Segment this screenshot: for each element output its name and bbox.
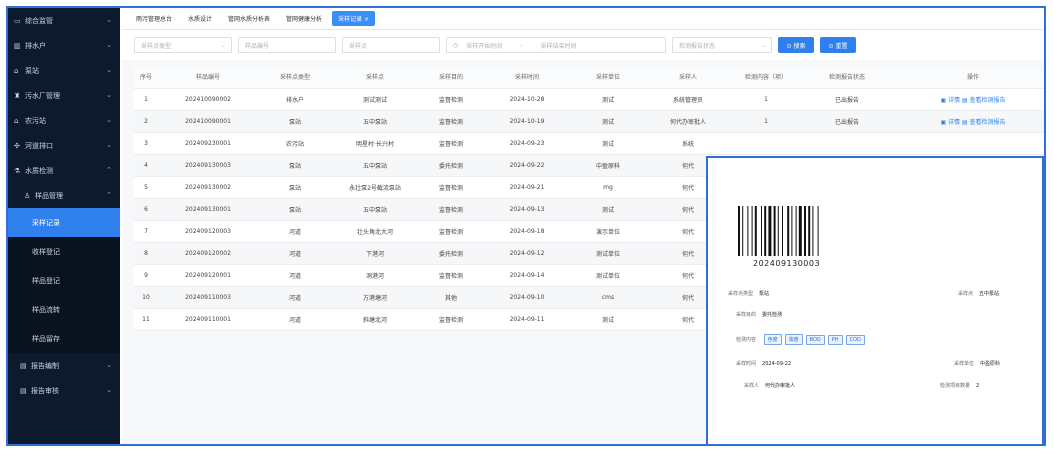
report-icon: ▤ <box>20 361 27 370</box>
popup-type-row: 采样点类型 泵站 <box>728 291 770 297</box>
tab-sample-record[interactable]: 采样记录 × <box>332 11 375 26</box>
sidebar-item-report-edit[interactable]: ▤ 报告编制 ⌄ <box>8 353 120 378</box>
home-icon: ⌂ <box>14 66 19 75</box>
sample-label-popup: 202409130003 采样点类型 泵站 采样点 五中泵站 采样目的 委托检测 检测… <box>706 156 1044 446</box>
chevron-down-icon: ⌄ <box>106 141 112 149</box>
test-tag: PH <box>827 335 843 345</box>
chevron-down-icon: ⌄ <box>106 116 112 124</box>
col-actions: 操作 <box>892 66 1044 89</box>
popup-unit-row: 采样单位 中盈原科 <box>954 361 1001 367</box>
monitor-icon: ▭ <box>14 16 21 25</box>
tab-quality-table[interactable]: 管网水质分析表 <box>222 11 276 26</box>
barcode-number: 202409130003 <box>753 259 821 268</box>
test-tag: BOD <box>805 335 825 345</box>
chevron-down-icon: ⌄ <box>106 66 112 74</box>
flask-icon: ⚗ <box>14 166 21 175</box>
popup-count-row: 检测项目数量 2 <box>940 383 980 389</box>
sidebar-item-plant[interactable]: ♜ 污水厂管理 ⌄ <box>8 83 120 108</box>
sidebar-item-outlet[interactable]: ✣ 河道排口 ⌄ <box>8 133 120 158</box>
sidebar: ▭ 综合监管 ⌄ ▥ 排水户 ⌄ ⌂ 泵站 ⌄ ♜ 污水厂管理 ⌄ ⌂ 农污站 ⌄ ✣ 河道排口 ⌄ ⚗… <box>8 8 120 444</box>
tab-health[interactable]: 管网健康分析 <box>280 11 328 26</box>
tab-bar: 雨污管理总台 水质设计 管网水质分析表 管网健康分析 采样记录 × <box>122 8 1044 30</box>
popup-point-row: 采样点 五中泵站 <box>958 291 1000 297</box>
sidebar-item-water-test[interactable]: ⚗ 水质检测 ⌃ <box>8 158 120 183</box>
reset-button[interactable]: ⊙ 重置 <box>820 37 856 53</box>
row-actions[interactable]: ▣ 详情 ▤ 查看检测报告 <box>892 88 1044 111</box>
chevron-down-icon: ⌄ <box>106 16 112 24</box>
tab-overview[interactable]: 雨污管理总台 <box>130 11 178 26</box>
popup-time-row: 采样时间 2024-09-22 <box>736 361 792 367</box>
table-row: 2 202410090001 泵站 五中泵站 监督检测 2024-10-19 测试 何代办审批… <box>134 110 1044 133</box>
filter-bar: 采样点类型 ⌄ 样品编号 采样点 ◷ 采样开始时间 - 采样结束时间 检测报告状态 ⌄ ⊙… <box>122 30 1044 60</box>
sidebar-item-rural[interactable]: ⌂ 农污站 ⌄ <box>8 108 120 133</box>
chevron-up-icon: ⌃ <box>106 191 112 199</box>
col-count: 检测内容（项） <box>730 66 802 89</box>
row-actions[interactable]: ▣ 详情 ▤ 查看检测报告 <box>892 110 1044 133</box>
sidebar-item-pump[interactable]: ⌂ 泵站 ⌄ <box>8 58 120 83</box>
sample-no-input[interactable]: 样品编号 <box>238 37 336 53</box>
popup-purpose-row: 采样目的 委托检测 <box>736 312 783 318</box>
popup-person-row: 采样人 何代办审批人 <box>744 383 796 389</box>
sidebar-sub-receive[interactable]: 收样登记 <box>8 237 120 266</box>
col-point-type: 采样点类型 <box>258 66 332 89</box>
table-row: 3 202409230001 农污站 明星村·长兴村 监督检测 2024-09-23 测试系… <box>134 132 1044 155</box>
chevron-down-icon: ⌄ <box>106 41 112 49</box>
col-time: 采样时间 <box>484 66 570 89</box>
chevron-down-icon: ⌄ <box>220 41 226 49</box>
chevron-down-icon: ⌄ <box>106 361 112 369</box>
col-unit: 采样单位 <box>570 66 646 89</box>
barcode-icon <box>738 206 819 256</box>
col-purpose: 采样目的 <box>418 66 484 89</box>
col-sample-no: 样品编号 <box>158 66 258 89</box>
sidebar-sub-retain[interactable]: 样品留存 <box>8 324 120 353</box>
chevron-down-icon: ⌄ <box>106 386 112 394</box>
chevron-up-icon: ⌃ <box>106 166 112 174</box>
sample-point-input[interactable]: 采样点 <box>342 37 440 53</box>
home-icon: ⌂ <box>14 116 19 125</box>
test-tag: 浊度 <box>784 334 803 345</box>
user-icon: ♙ <box>24 191 31 200</box>
sample-type-select[interactable]: 采样点类型 ⌄ <box>134 37 232 53</box>
sidebar-item-report-review[interactable]: ▤ 报告审核 ⌄ <box>8 378 120 403</box>
date-range-picker[interactable]: ◷ 采样开始时间 - 采样结束时间 <box>446 37 666 53</box>
col-point: 采样点 <box>332 66 418 89</box>
outlet-icon: ✣ <box>14 141 20 150</box>
sidebar-sub-transfer[interactable]: 样品流转 <box>8 295 120 324</box>
report-status-select[interactable]: 检测报告状态 ⌄ <box>672 37 772 53</box>
chevron-down-icon: ⌄ <box>760 41 766 49</box>
test-tag: COD <box>845 335 865 345</box>
sidebar-item-overview[interactable]: ▭ 综合监管 ⌄ <box>8 8 120 33</box>
col-person: 采样人 <box>646 66 730 89</box>
sidebar-item-drainage[interactable]: ▥ 排水户 ⌄ <box>8 33 120 58</box>
search-button[interactable]: ⊙ 搜索 <box>778 37 814 53</box>
sidebar-sub-sample-record[interactable]: 采样记录 <box>8 208 120 237</box>
col-status: 检测报告状态 <box>802 66 892 89</box>
clock-icon: ◷ <box>453 41 459 49</box>
sidebar-sub-register[interactable]: 样品登记 <box>8 266 120 295</box>
popup-content-row: 检测内容 色度 浊度 BOD PH COD <box>736 334 868 345</box>
factory-icon: ♜ <box>14 91 21 100</box>
table-header-row: 序号 样品编号 采样点类型 采样点 采样目的 采样时间 采样单位 采样人 检测内… <box>134 66 1044 89</box>
building-icon: ▥ <box>14 41 21 50</box>
report-icon: ▤ <box>20 386 27 395</box>
col-index: 序号 <box>134 66 158 89</box>
chevron-down-icon: ⌄ <box>106 91 112 99</box>
table-row: 1 202410090002 排水户 测试测试 监督检测 2024-10-28 测试 系统管理… <box>134 88 1044 111</box>
sidebar-item-sample-mgmt[interactable]: ♙ 样品管理 ⌃ <box>8 183 120 208</box>
tab-design[interactable]: 水质设计 <box>182 11 218 26</box>
test-tag: 色度 <box>763 334 782 345</box>
